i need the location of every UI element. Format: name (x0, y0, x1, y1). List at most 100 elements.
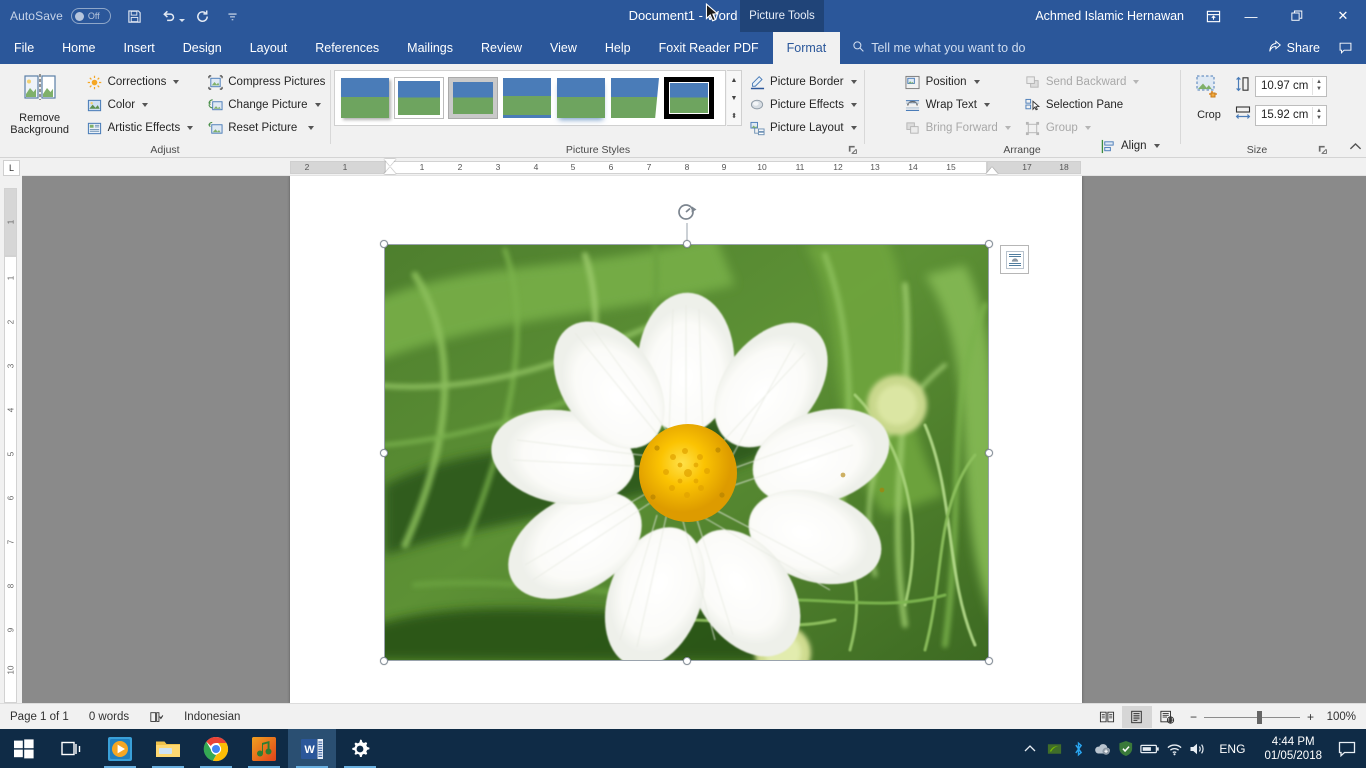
chevron-down-icon[interactable] (850, 126, 857, 130)
print-layout-icon[interactable] (1121, 706, 1152, 728)
tab-design[interactable]: Design (169, 32, 236, 64)
volume-icon[interactable] (1186, 729, 1210, 768)
task-view-icon[interactable] (48, 729, 96, 768)
artistic-effects-button[interactable]: Artistic Effects (83, 117, 198, 139)
resize-handle-middle-right[interactable] (985, 448, 993, 457)
word-count[interactable]: 0 words (79, 704, 139, 730)
resize-handle-top-center[interactable] (682, 240, 691, 248)
settings-gear-icon[interactable] (336, 729, 384, 768)
battery-icon[interactable] (1138, 729, 1162, 768)
tab-mailings[interactable]: Mailings (393, 32, 467, 64)
zoom-slider[interactable]: − + (1190, 710, 1314, 724)
layout-options-icon[interactable] (1000, 245, 1029, 274)
language-indicator[interactable]: Indonesian (174, 704, 250, 730)
tab-review[interactable]: Review (467, 32, 536, 64)
picture-styles-scroll[interactable]: ▲ ▼ ⬍ (727, 70, 742, 126)
resize-handle-bottom-center[interactable] (682, 657, 691, 665)
windows-defender-icon[interactable] (1114, 729, 1138, 768)
spinner-up-icon[interactable]: ▲ (1316, 108, 1322, 115)
zoom-in-button[interactable]: + (1307, 710, 1314, 724)
chevron-down-icon[interactable] (314, 103, 321, 107)
zoom-slider-thumb[interactable] (1256, 710, 1262, 724)
vertical-ruler[interactable]: 112 345 678 9 10 (0, 158, 22, 703)
remove-background-button[interactable]: Remove Background (1, 68, 79, 137)
picture-styles-gallery[interactable] (334, 70, 726, 126)
undo-dropdown-caret[interactable] (178, 19, 185, 22)
size-dialog-launcher[interactable] (1317, 144, 1328, 155)
reset-picture-button[interactable]: Reset Picture (203, 117, 329, 139)
close-button[interactable]: ✕ (1320, 0, 1366, 32)
tab-file[interactable]: File (0, 32, 49, 64)
tab-format[interactable]: Format (772, 32, 841, 64)
comments-icon[interactable] (1330, 32, 1360, 64)
color-button[interactable]: Color (83, 94, 198, 116)
shape-height-spinner[interactable]: ▲ ▼ (1312, 77, 1325, 95)
chevron-down-icon[interactable] (973, 80, 980, 84)
chevron-down-icon[interactable] (173, 80, 180, 84)
tab-foxit-reader-pdf[interactable]: Foxit Reader PDF (645, 32, 773, 64)
chevron-up-icon[interactable] (1018, 729, 1042, 768)
restore-button[interactable] (1274, 0, 1320, 32)
chevron-down-icon[interactable] (983, 103, 990, 107)
tab-references[interactable]: References (301, 32, 393, 64)
page-indicator[interactable]: Page 1 of 1 (0, 704, 79, 730)
gallery-more-icon[interactable]: ⬍ (727, 107, 741, 125)
gallery-scroll-up-icon[interactable]: ▲ (727, 71, 741, 89)
chevron-down-icon[interactable] (142, 103, 149, 107)
proofing-errors-icon[interactable] (139, 704, 174, 730)
shape-height-input[interactable]: 10.97 cm ▲ ▼ (1255, 75, 1327, 97)
customize-quick-access-toolbar-icon[interactable] (219, 3, 247, 29)
account-user-name[interactable]: Achmed Islamic Hernawan (1035, 9, 1184, 23)
autosave-toggle[interactable]: Off (70, 8, 111, 24)
tab-layout[interactable]: Layout (236, 32, 302, 64)
picture-border-button[interactable]: Picture Border (745, 71, 861, 93)
onedrive-sync-icon[interactable] (1090, 729, 1114, 768)
tab-view[interactable]: View (536, 32, 591, 64)
redo-icon[interactable] (189, 3, 217, 29)
resize-handle-bottom-left[interactable] (380, 657, 388, 665)
chevron-down-icon[interactable] (1153, 144, 1160, 148)
taskbar-clock[interactable]: 4:44 PM 01/05/2018 (1254, 735, 1332, 763)
save-icon[interactable] (121, 3, 149, 29)
ribbon-display-options-icon[interactable] (1198, 0, 1228, 32)
tab-stop-selector[interactable]: L (3, 160, 20, 176)
chevron-down-icon[interactable] (187, 126, 194, 130)
shape-width-spinner[interactable]: ▲ ▼ (1312, 106, 1325, 124)
resize-handle-bottom-right[interactable] (985, 657, 993, 665)
music-app-icon[interactable] (240, 729, 288, 768)
zoom-slider-track[interactable] (1203, 710, 1300, 724)
picture-style-thumb[interactable] (503, 78, 551, 118)
compress-pictures-button[interactable]: Compress Pictures (203, 71, 329, 93)
spinner-down-icon[interactable]: ▼ (1316, 86, 1322, 93)
read-mode-icon[interactable] (1092, 706, 1122, 728)
chevron-down-icon[interactable] (308, 126, 315, 130)
minimize-button[interactable]: — (1228, 0, 1274, 32)
microsoft-word-icon[interactable]: W (288, 729, 336, 768)
position-button[interactable]: Position (901, 71, 1015, 93)
resize-handle-top-left[interactable] (380, 240, 388, 248)
chevron-down-icon[interactable] (850, 80, 857, 84)
tell-me-search[interactable]: Tell me what you want to do (852, 32, 1025, 64)
windows-start-icon[interactable] (0, 729, 48, 768)
gallery-scroll-down-icon[interactable]: ▼ (727, 89, 741, 107)
right-indent-marker[interactable] (986, 167, 998, 174)
resize-handle-middle-left[interactable] (380, 448, 388, 457)
collapse-ribbon-button[interactable] (1349, 142, 1362, 154)
picture-effects-button[interactable]: Picture Effects (745, 94, 861, 116)
picture-style-thumb[interactable] (557, 78, 605, 118)
change-picture-button[interactable]: Change Picture (203, 94, 329, 116)
web-layout-icon[interactable] (1152, 706, 1182, 728)
zoom-level-label[interactable]: 100% (1322, 711, 1356, 723)
picture-layout-button[interactable]: Picture Layout (745, 117, 861, 139)
shape-width-input[interactable]: 15.92 cm ▲ ▼ (1255, 104, 1327, 126)
crop-button[interactable]: Crop (1187, 69, 1231, 127)
hanging-indent-marker[interactable] (384, 167, 396, 174)
flower-photograph[interactable] (385, 245, 988, 660)
spinner-down-icon[interactable]: ▼ (1316, 115, 1322, 122)
media-player-icon[interactable] (96, 729, 144, 768)
action-center-icon[interactable] (1332, 729, 1362, 768)
tab-help[interactable]: Help (591, 32, 645, 64)
keyboard-language-indicator[interactable]: ENG (1210, 742, 1254, 756)
resize-handle-top-right[interactable] (985, 240, 993, 248)
tab-insert[interactable]: Insert (110, 32, 169, 64)
